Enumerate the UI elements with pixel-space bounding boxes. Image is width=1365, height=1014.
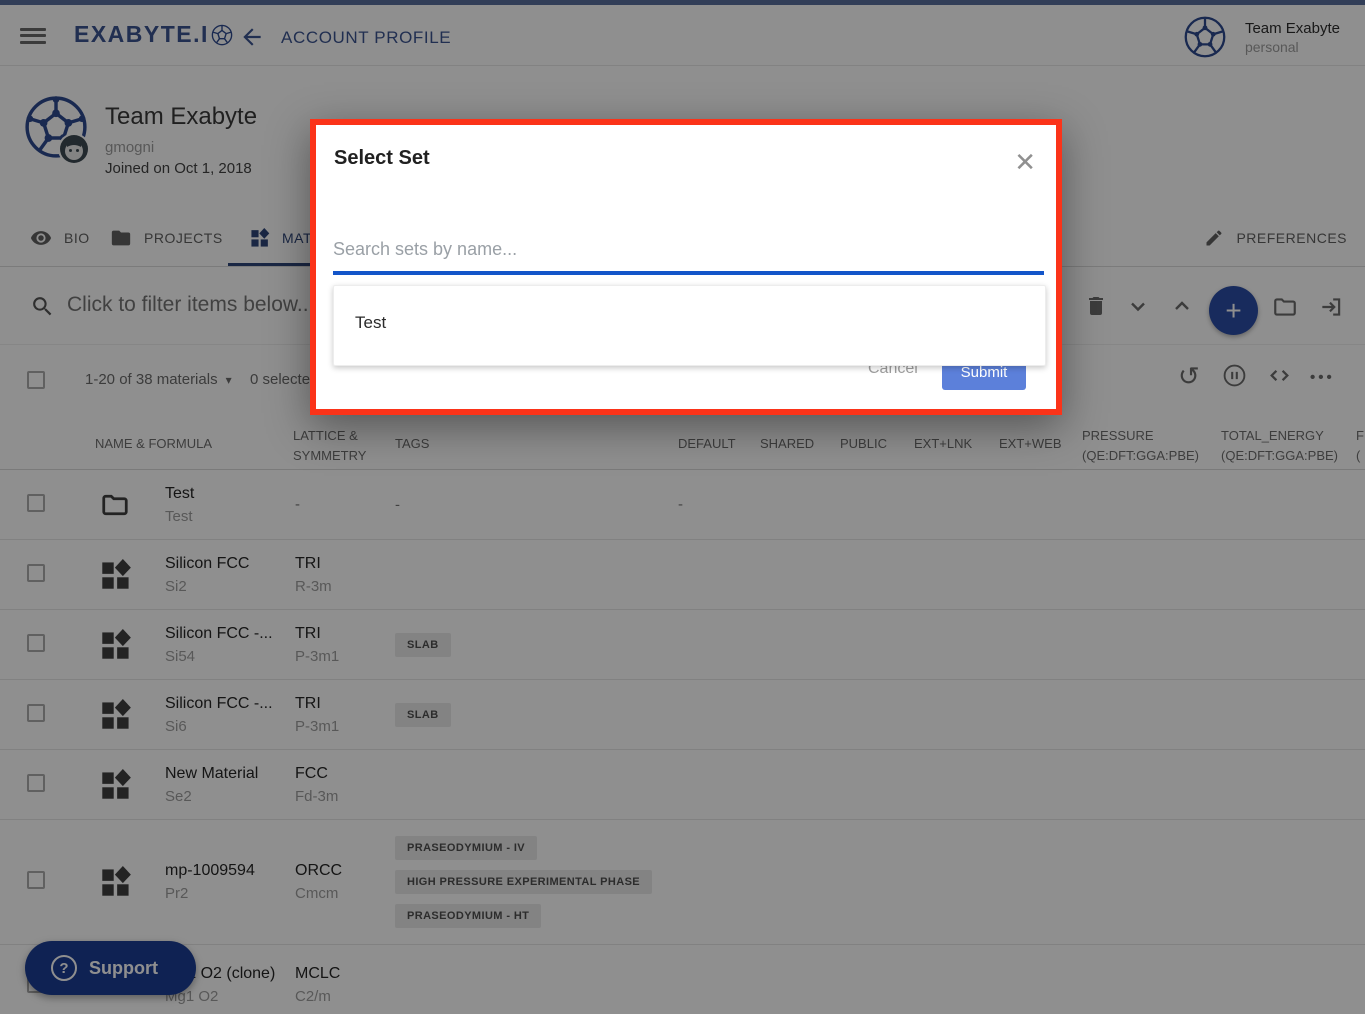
select-set-dialog: Select Set ✕ Test Cancel Submit — [310, 119, 1062, 415]
app-root: EXABYTE.I ACCOUNT PROFILE Team Exabyte — [0, 0, 1365, 1014]
set-search-input[interactable] — [333, 239, 1044, 260]
search-input-underline — [333, 271, 1044, 275]
set-options-dropdown: Test — [333, 285, 1046, 366]
close-icon[interactable]: ✕ — [1014, 149, 1036, 175]
set-option[interactable]: Test — [355, 313, 386, 333]
dialog-title: Select Set — [334, 147, 430, 170]
